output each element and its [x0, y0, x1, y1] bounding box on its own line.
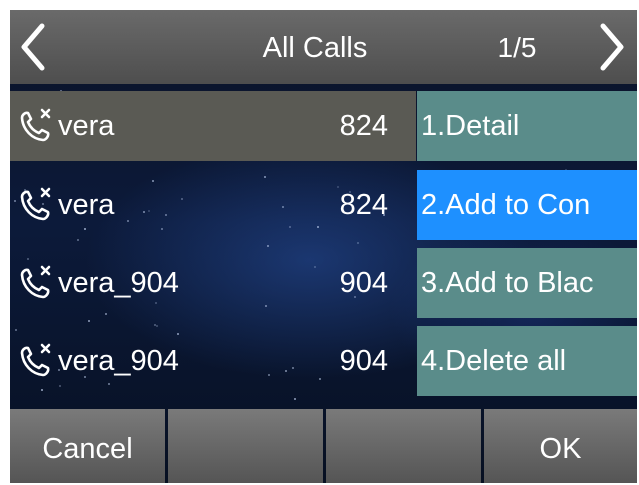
phone-display: All Calls 1/5 vera 824 vera 824 vera_904…	[10, 10, 637, 483]
call-list-item[interactable]: vera 824	[10, 170, 416, 240]
softkey-label: OK	[539, 433, 582, 465]
softkey-label: Cancel	[42, 433, 133, 465]
star-dot	[357, 242, 359, 244]
menu-item-label: 2.Add to Con	[421, 189, 591, 221]
menu-item-label: 1.Detail	[421, 110, 520, 142]
caller-number: 904	[339, 267, 388, 299]
menu-item-add-to-blacklist[interactable]: 3.Add to Blac	[417, 248, 637, 318]
caller-number: 824	[339, 189, 388, 221]
softkey-bar: Cancel OK	[10, 409, 637, 483]
caller-name: vera	[58, 110, 115, 142]
phone-screen: All Calls 1/5 vera 824 vera 824 vera_904…	[0, 0, 639, 485]
cancel-softkey[interactable]: Cancel	[10, 409, 165, 483]
missed-call-icon	[16, 106, 56, 146]
menu-item-label: 3.Add to Blac	[421, 267, 594, 299]
call-list-item[interactable]: vera 824	[10, 91, 416, 161]
star-dot	[294, 398, 296, 400]
menu-item-detail[interactable]: 1.Detail	[417, 91, 637, 161]
header-bar: All Calls 1/5	[10, 10, 637, 84]
call-list-item[interactable]: vera_904 904	[10, 326, 416, 396]
missed-call-icon	[16, 263, 56, 303]
ok-softkey[interactable]: OK	[484, 409, 637, 483]
caller-name: vera_904	[58, 267, 179, 299]
softkey-label	[326, 429, 481, 469]
softkey-2[interactable]	[168, 409, 323, 483]
caller-number: 824	[339, 110, 388, 142]
menu-item-label: 4.Delete all	[421, 345, 567, 377]
caller-number: 904	[339, 345, 388, 377]
call-list-item[interactable]: vera_904 904	[10, 248, 416, 318]
softkey-3[interactable]	[326, 409, 481, 483]
star-dot	[267, 245, 269, 247]
chevron-left-icon[interactable]	[16, 20, 50, 74]
page-indicator: 1/5	[497, 32, 537, 63]
caller-name: vera	[58, 189, 115, 221]
star-dot	[88, 320, 90, 322]
missed-call-icon	[16, 185, 56, 225]
page-title: All Calls	[262, 32, 368, 64]
menu-item-delete-all[interactable]: 4.Delete all	[417, 326, 637, 396]
caller-name: vera_904	[58, 345, 179, 377]
menu-item-add-to-contacts[interactable]: 2.Add to Con	[417, 170, 637, 240]
softkey-label	[168, 429, 323, 469]
chevron-right-icon[interactable]	[595, 20, 629, 74]
missed-call-icon	[16, 341, 56, 381]
